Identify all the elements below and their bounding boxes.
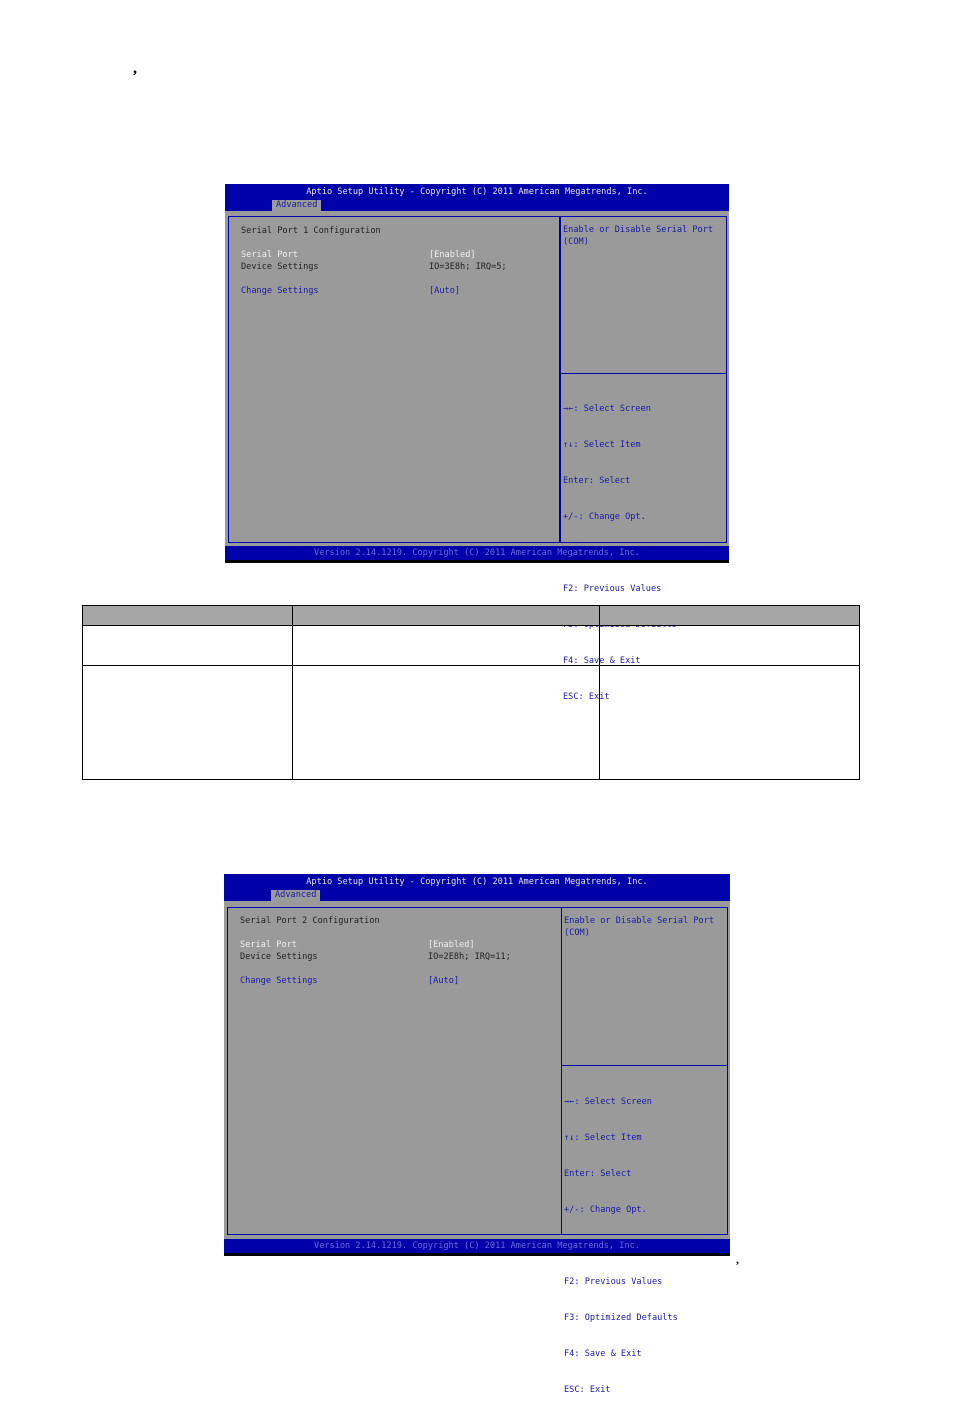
table-header-cell	[291, 605, 601, 626]
help-text-line: Enable or Disable Serial Port	[563, 225, 714, 235]
key-help-item: ESC: Exit	[564, 1385, 611, 1395]
bios-header-bar: Aptio Setup Utility - Copyright (C) 2011…	[225, 184, 729, 211]
device-settings-label: Device Settings	[241, 262, 319, 272]
bios-bottom-edge	[224, 1253, 730, 1256]
key-help-item: →←: Select Screen	[564, 1097, 652, 1107]
device-settings-label: Device Settings	[240, 952, 318, 962]
device-settings-value: IO=2E8h; IRQ=11;	[428, 952, 511, 962]
key-help-item: +/-: Change Opt.	[563, 512, 646, 522]
key-help-item: ↑↓: Select Item	[564, 1133, 642, 1143]
bios-footer: Version 2.14.1219. Copyright (C) 2011 Am…	[225, 546, 729, 560]
table-cell	[599, 665, 860, 780]
bios-header-title: Aptio Setup Utility - Copyright (C) 2011…	[306, 187, 648, 197]
options-table	[82, 605, 860, 780]
table-cell	[291, 665, 601, 780]
table-cell	[291, 625, 601, 666]
serial-port-label[interactable]: Serial Port	[240, 940, 297, 950]
key-help-item: +/-: Change Opt.	[564, 1205, 647, 1215]
change-settings-label[interactable]: Change Settings	[240, 976, 318, 986]
help-text-line: (COM)	[564, 928, 590, 938]
key-help-item: F2: Previous Values	[563, 584, 662, 594]
stray-comma: ,	[133, 60, 137, 77]
table-cell	[82, 665, 293, 780]
help-divider	[562, 1065, 727, 1066]
help-panel: Enable or Disable Serial Port (COM) →←: …	[561, 907, 728, 1395]
settings-panel: Serial Port 1 Configuration Serial Port …	[228, 216, 560, 543]
help-text-line: (COM)	[563, 237, 589, 247]
table-row	[82, 665, 860, 780]
change-settings-label[interactable]: Change Settings	[241, 286, 319, 296]
serial-port-value[interactable]: [Enabled]	[428, 940, 475, 950]
serial-port-value[interactable]: [Enabled]	[429, 250, 476, 260]
table-cell	[82, 625, 293, 666]
key-help-item: F2: Previous Values	[564, 1277, 663, 1287]
change-settings-value[interactable]: [Auto]	[428, 976, 459, 986]
tab-advanced[interactable]: Advanced	[272, 200, 322, 211]
help-divider	[561, 373, 726, 374]
bios-screenshot-serial-port-2: Aptio Setup Utility - Copyright (C) 2011…	[224, 874, 730, 1395]
help-panel: Enable or Disable Serial Port (COM) →←: …	[560, 216, 727, 702]
serial-port-label[interactable]: Serial Port	[241, 250, 298, 260]
section-title: Serial Port 2 Configuration	[240, 916, 380, 926]
table-header-cell	[599, 605, 860, 626]
bios-header-title: Aptio Setup Utility - Copyright (C) 2011…	[306, 877, 648, 887]
key-help-item: F3: Optimized Defaults	[564, 1313, 678, 1323]
section-title: Serial Port 1 Configuration	[241, 226, 381, 236]
key-help-item: Enter: Select	[563, 476, 631, 486]
bios-bottom-edge	[225, 560, 729, 563]
bios-screenshot-serial-port-1: Aptio Setup Utility - Copyright (C) 2011…	[225, 184, 729, 702]
table-row	[82, 625, 860, 666]
table-header-row	[82, 605, 860, 626]
key-help-item: ↑↓: Select Item	[563, 440, 641, 450]
bios-footer: Version 2.14.1219. Copyright (C) 2011 Am…	[224, 1239, 730, 1253]
key-help-item: →←: Select Screen	[563, 404, 651, 414]
table-cell	[599, 625, 860, 666]
change-settings-value[interactable]: [Auto]	[429, 286, 460, 296]
table-header-cell	[82, 605, 293, 626]
stray-comma: ,	[736, 1252, 739, 1266]
device-settings-value: IO=3E8h; IRQ=5;	[429, 262, 507, 272]
settings-panel: Serial Port 2 Configuration Serial Port …	[227, 907, 562, 1235]
key-help-item: Enter: Select	[564, 1169, 632, 1179]
tab-advanced[interactable]: Advanced	[271, 890, 321, 901]
help-text-line: Enable or Disable Serial Port	[564, 916, 715, 926]
bios-header-bar: Aptio Setup Utility - Copyright (C) 2011…	[224, 874, 730, 901]
